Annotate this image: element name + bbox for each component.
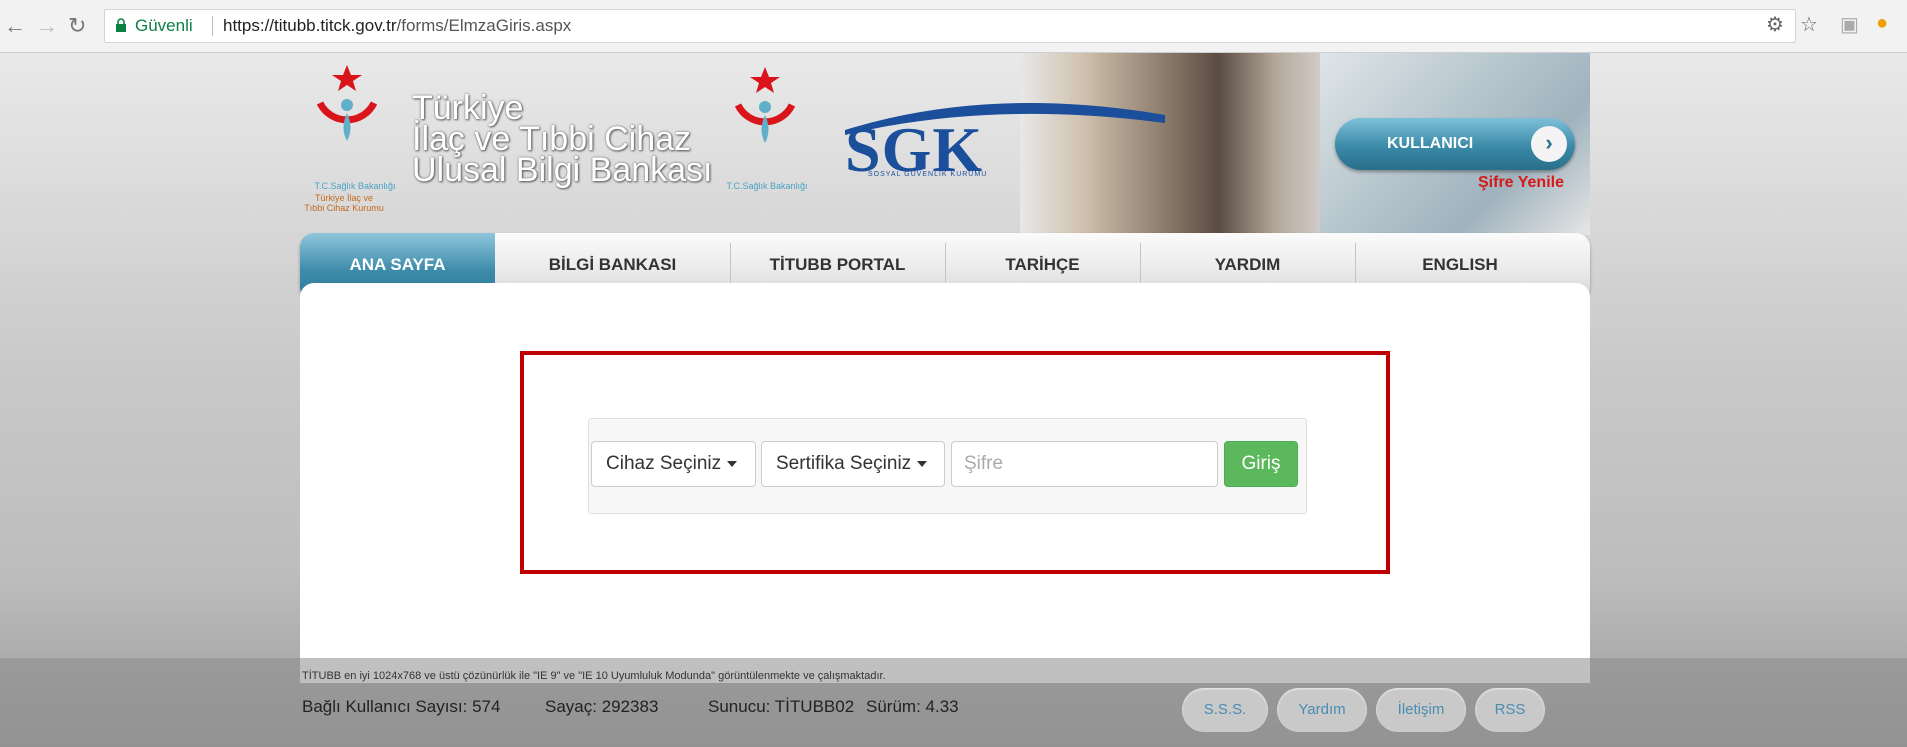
back-icon[interactable]: ← <box>4 13 26 39</box>
site-title: Türkiye İlaç ve Tıbbi Cihaz Ulusal Bilgi… <box>412 89 713 189</box>
version-label: Sürüm: 4.33 <box>866 697 959 716</box>
connected-users: Bağlı Kullanıcı Sayısı: 574 <box>302 697 501 716</box>
certificate-select[interactable]: Sertifika Seçiniz <box>761 441 945 487</box>
ministry-small-label-2: T.C.Sağlık Bakanlığı <box>726 181 808 191</box>
login-button[interactable]: Giriş <box>1224 441 1298 487</box>
lock-icon <box>116 18 126 32</box>
ministry-small-label: T.C.Sağlık Bakanlığı <box>314 181 396 191</box>
password-reset-link[interactable]: Şifre Yenile <box>1478 174 1564 192</box>
url-text[interactable]: https://titubb.titck.gov.tr/forms/ElmzaG… <box>223 16 571 36</box>
warning-extension-icon[interactable]: ● <box>1876 12 1888 35</box>
sgk-subtitle: SOSYAL GÜVENLİK KURUMU <box>868 171 988 178</box>
footer-link-rss[interactable]: RSS <box>1475 688 1545 732</box>
password-input[interactable] <box>951 441 1218 487</box>
e-signature-login-form: Cihaz Seçiniz Sertifika Seçiniz Giriş <box>588 418 1307 514</box>
chevron-right-icon: › <box>1531 126 1567 162</box>
caret-down-icon <box>727 460 738 467</box>
ataturk-portrait <box>1020 53 1340 235</box>
pdf-extension-icon[interactable]: ▣ <box>1840 12 1859 37</box>
secure-label: Güvenli <box>135 16 193 35</box>
footer-link-sss[interactable]: S.S.S. <box>1182 688 1268 732</box>
ministry-logo-icon <box>316 65 378 141</box>
ministry-logo-2-icon <box>734 67 796 143</box>
site-settings-icon[interactable]: ⚙ <box>1766 12 1784 37</box>
browser-compat-note: TİTUBB en iyi 1024x768 ve üstü çözünürlü… <box>302 670 886 682</box>
address-bar[interactable]: Güvenli https://titubb.titck.gov.tr/form… <box>104 9 1796 43</box>
forward-icon[interactable]: → <box>36 13 58 39</box>
server-name: Sunucu: TİTUBB02 <box>708 697 855 716</box>
device-select[interactable]: Cihaz Seçiniz <box>591 441 756 487</box>
caret-down-icon <box>917 460 928 467</box>
browser-toolbar: ← → ↻ Güvenli https://titubb.titck.gov.t… <box>0 0 1907 53</box>
footer-link-yardim[interactable]: Yardım <box>1277 688 1367 732</box>
agency-small-label: Türkiye İlaç ve Tıbbi Cihaz Kurumu <box>304 193 384 213</box>
footer-link-iletisim[interactable]: İletişim <box>1376 688 1466 732</box>
user-login-button[interactable]: KULLANICI › <box>1335 118 1575 170</box>
bookmark-star-icon[interactable]: ☆ <box>1800 12 1818 37</box>
site-header: T.C.Sağlık Bakanlığı Türkiye İlaç ve Tıb… <box>300 53 1590 235</box>
visit-counter: Sayaç: 292383 <box>545 697 659 716</box>
reload-icon[interactable]: ↻ <box>68 13 86 39</box>
